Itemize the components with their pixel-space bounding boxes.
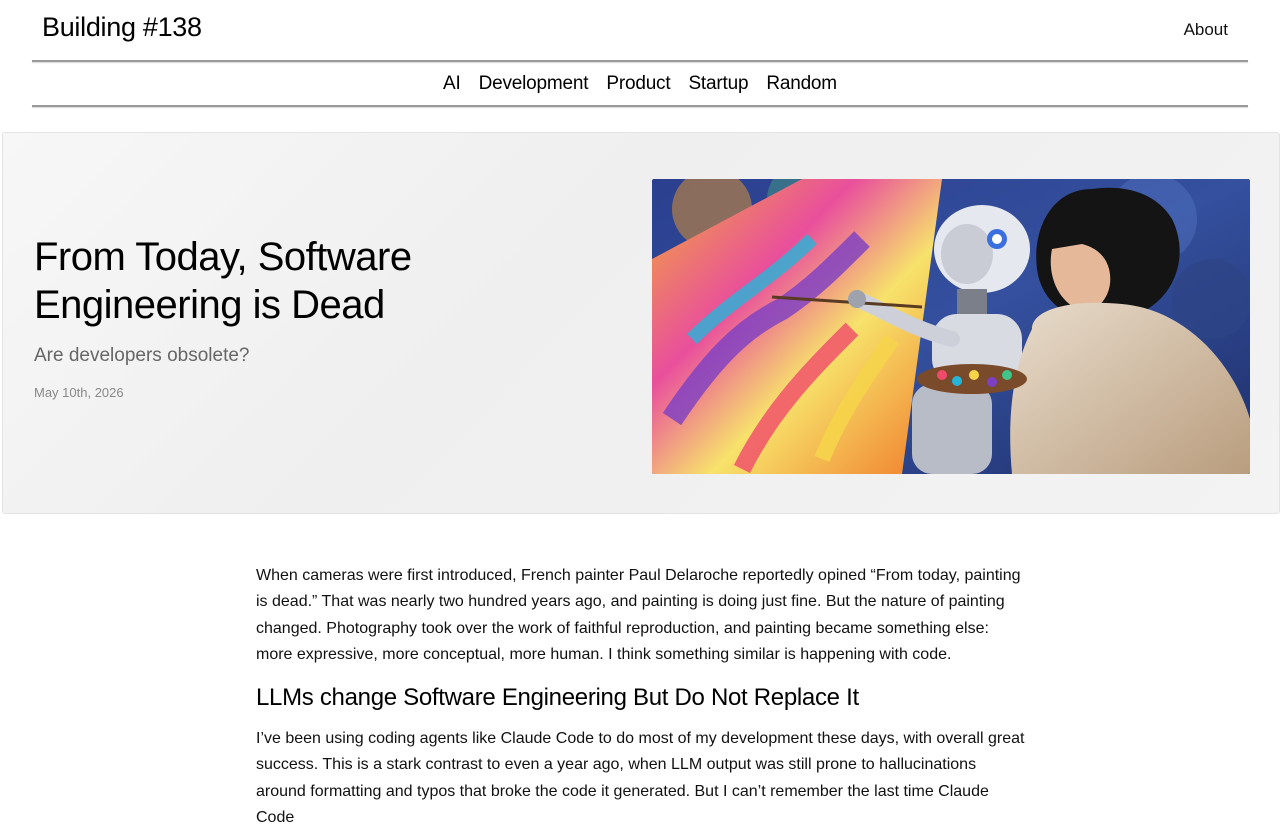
category-link-development[interactable]: Development — [479, 73, 589, 95]
post-title: From Today, Software Engineering is Dead — [34, 235, 412, 327]
category-nav: AI Development Product Startup Random — [0, 62, 1280, 105]
category-link-startup[interactable]: Startup — [688, 73, 748, 95]
site-header: Building #138 About — [0, 0, 1280, 60]
about-link[interactable]: About — [1184, 20, 1228, 40]
category-link-ai[interactable]: AI — [443, 73, 461, 95]
site-title-link[interactable]: Building #138 — [42, 12, 202, 43]
hero-image — [652, 179, 1250, 474]
category-link-product[interactable]: Product — [606, 73, 670, 95]
article-paragraph: I’ve been using coding agents like Claud… — [256, 730, 1025, 827]
article-heading: LLMs change Software Engineering But Do … — [256, 684, 859, 712]
article-paragraph: When cameras were first introduced, Fren… — [256, 567, 1021, 663]
header-divider-bottom — [32, 105, 1248, 107]
category-link-random[interactable]: Random — [766, 73, 837, 95]
article-body: When cameras were first introduced, Fren… — [256, 563, 1028, 831]
robot-painting-illustration — [652, 179, 1250, 474]
hero-card: From Today, Software Engineering is Dead… — [2, 132, 1280, 514]
post-date: May 10th, 2026 — [34, 385, 124, 400]
post-subtitle: Are developers obsolete? — [34, 345, 250, 366]
